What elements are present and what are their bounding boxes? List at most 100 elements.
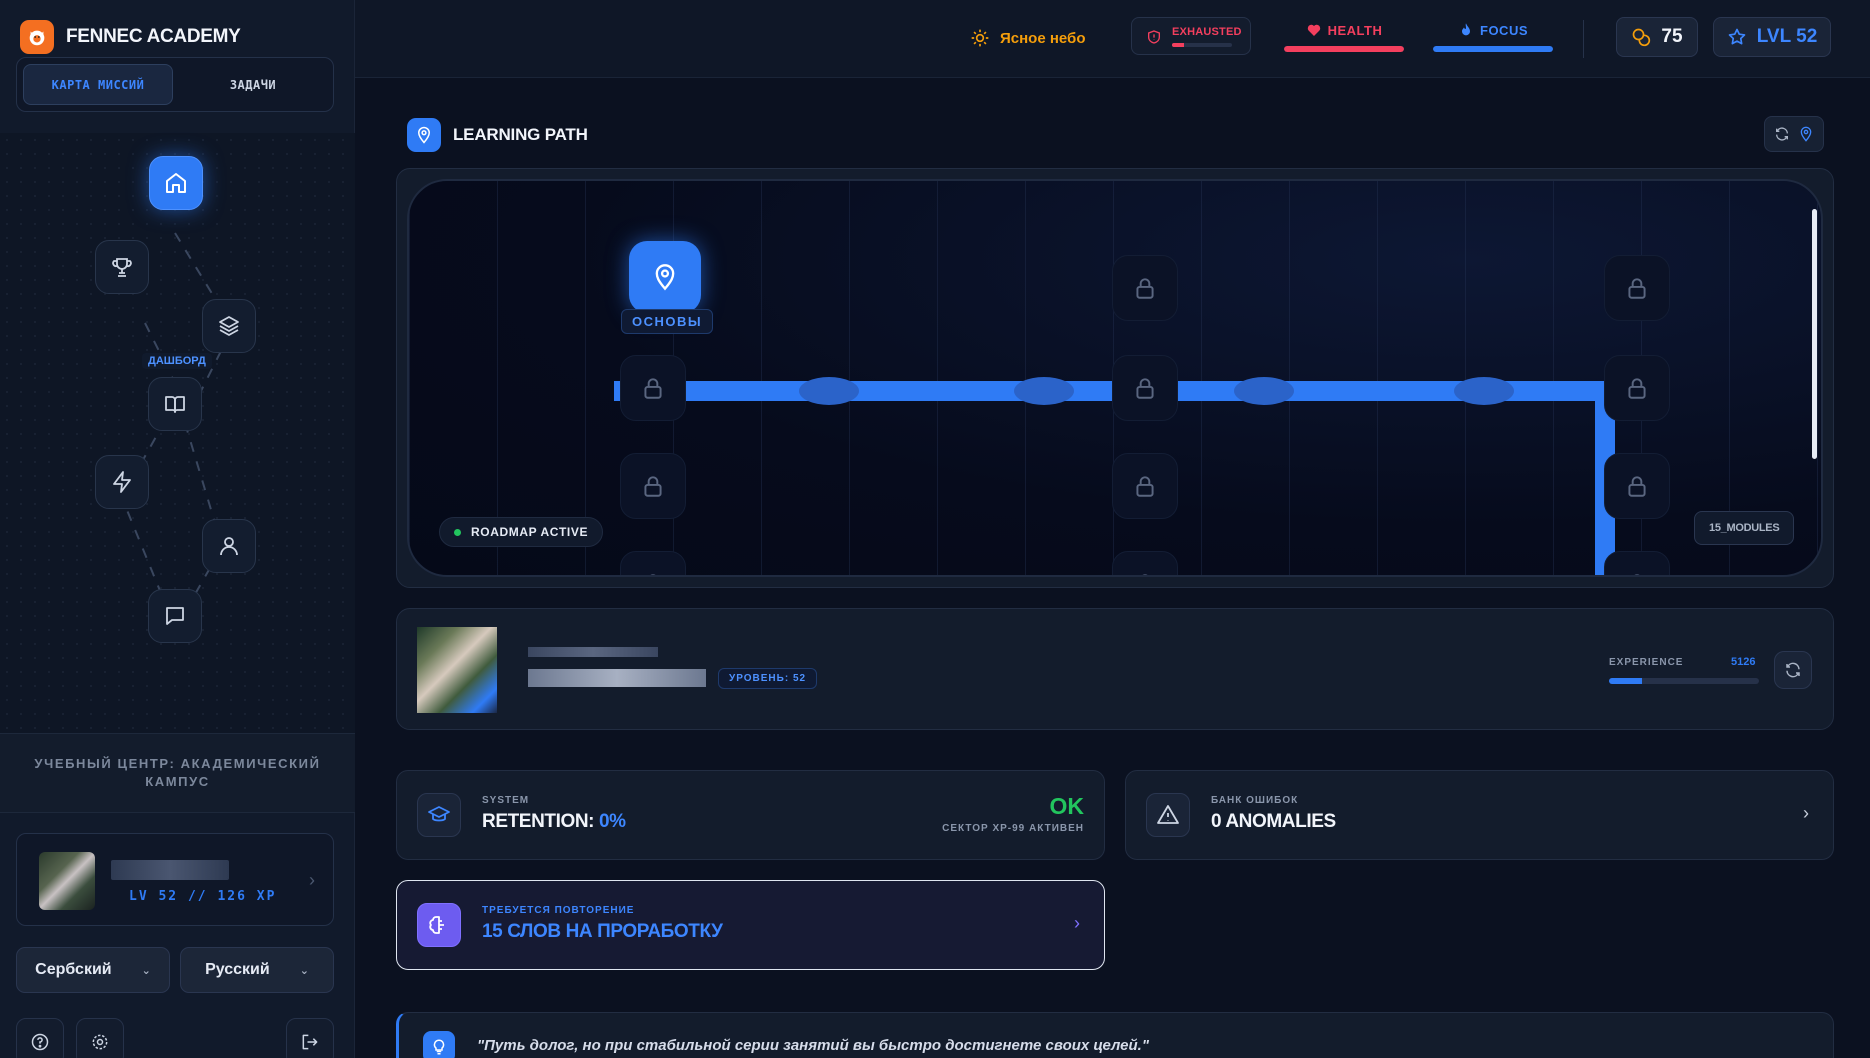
nav-node-map: ДАШБОРД bbox=[0, 133, 355, 733]
locked-module[interactable] bbox=[1604, 255, 1670, 321]
health-stat: HEALTH bbox=[1284, 20, 1404, 54]
brain-icon bbox=[417, 903, 461, 947]
experience-bar bbox=[1609, 678, 1759, 684]
status-bar bbox=[1172, 43, 1232, 47]
logout-icon bbox=[302, 1034, 318, 1050]
retention-status-sub: СЕКТОР XP-99 АКТИВЕН bbox=[942, 823, 1084, 834]
path-toolbar bbox=[1764, 116, 1824, 152]
lock-icon bbox=[1136, 476, 1154, 497]
nav-book[interactable] bbox=[148, 377, 202, 431]
lock-icon bbox=[1628, 476, 1646, 497]
lock-icon bbox=[1628, 278, 1646, 299]
map-pin-icon bbox=[655, 264, 675, 291]
user-handle-redacted bbox=[528, 647, 658, 657]
nav-layers[interactable] bbox=[202, 299, 256, 353]
header-divider bbox=[1583, 20, 1584, 58]
weather-label: Ясное небо bbox=[1000, 29, 1086, 47]
nav-dashboard[interactable] bbox=[149, 156, 203, 210]
user-name-redacted bbox=[111, 860, 229, 880]
warning-icon bbox=[1146, 793, 1190, 837]
avatar bbox=[39, 852, 95, 910]
user-card[interactable]: LV 52 // 126 XP › bbox=[16, 833, 334, 926]
shield-alert-icon bbox=[1148, 30, 1160, 44]
coins-value: 75 bbox=[1661, 26, 1683, 47]
locked-module[interactable] bbox=[620, 453, 686, 519]
tab-mission-map[interactable]: КАРТА МИССИЙ bbox=[23, 64, 173, 105]
health-bar bbox=[1284, 46, 1404, 52]
lightning-icon bbox=[113, 471, 131, 493]
modules-count-badge: 15_MODULES bbox=[1694, 511, 1795, 545]
error-bank-card[interactable]: БАНК ОШИБОК 0 ANOMALIES › bbox=[1125, 770, 1834, 860]
locked-module[interactable] bbox=[1112, 453, 1178, 519]
lock-icon bbox=[650, 574, 656, 575]
nav-chat[interactable] bbox=[148, 589, 202, 643]
nav-lightning[interactable] bbox=[95, 455, 149, 509]
chevron-down-icon: ⌄ bbox=[141, 964, 151, 977]
retention-card[interactable]: SYSTEM RETENTION: 0% OK СЕКТОР XP-99 АКТ… bbox=[396, 770, 1105, 860]
chevron-right-icon: › bbox=[1074, 913, 1080, 933]
review-kicker: ТРЕБУЕТСЯ ПОВТОРЕНИЕ bbox=[482, 905, 635, 916]
layers-icon bbox=[219, 316, 239, 336]
focus-bar bbox=[1433, 46, 1553, 52]
locked-module[interactable] bbox=[1604, 453, 1670, 519]
learning-path-canvas[interactable]: ОСНОВЫ ROADMAP ACTIVE 15_MODULES bbox=[407, 179, 1823, 577]
lock-icon bbox=[1136, 378, 1154, 399]
lock-icon bbox=[1142, 574, 1148, 575]
user-icon bbox=[220, 537, 238, 556]
chat-icon bbox=[166, 607, 184, 625]
coins-chip[interactable]: 75 bbox=[1616, 17, 1698, 57]
brand[interactable]: FENNEC ACADEMY bbox=[20, 20, 241, 54]
weather-status: Ясное небо bbox=[970, 28, 1086, 48]
map-pin-icon[interactable] bbox=[1798, 126, 1814, 142]
chevron-down-icon: ⌄ bbox=[299, 964, 309, 977]
review-card[interactable]: ТРЕБУЕТСЯ ПОВТОРЕНИЕ 15 СЛОВ НА ПРОРАБОТ… bbox=[396, 880, 1105, 970]
map-pin-icon bbox=[407, 118, 441, 152]
locked-module[interactable] bbox=[1112, 255, 1178, 321]
nav-dashboard-label: ДАШБОРД bbox=[142, 353, 212, 369]
target-language-value: Русский bbox=[205, 961, 270, 978]
refresh-icon bbox=[1786, 662, 1800, 678]
refresh-icon[interactable] bbox=[1774, 126, 1790, 142]
module-basics[interactable] bbox=[629, 241, 701, 313]
locked-module[interactable] bbox=[1112, 551, 1178, 575]
lock-icon bbox=[644, 378, 662, 399]
retention-kicker: SYSTEM bbox=[482, 795, 530, 806]
source-language-select[interactable]: Сербский ⌄ bbox=[16, 947, 170, 993]
trophy-icon bbox=[112, 258, 132, 277]
lock-icon bbox=[1634, 574, 1640, 575]
locked-module[interactable] bbox=[1604, 551, 1670, 575]
nav-trophy[interactable] bbox=[95, 240, 149, 294]
health-label: HEALTH bbox=[1327, 22, 1383, 38]
locked-module[interactable] bbox=[1604, 355, 1670, 421]
target-language-select[interactable]: Русский ⌄ bbox=[180, 947, 334, 993]
retention-status: OK bbox=[1049, 793, 1085, 819]
heart-icon bbox=[1307, 24, 1320, 36]
level-chip[interactable]: LVL 52 bbox=[1713, 17, 1831, 57]
status-exhausted[interactable]: EXHAUSTED bbox=[1131, 17, 1251, 55]
learning-path-heading: LEARNING PATH bbox=[407, 118, 588, 152]
roadmap-status-label: ROADMAP ACTIVE bbox=[471, 525, 589, 539]
settings-button[interactable] bbox=[76, 1018, 124, 1058]
retention-value: RETENTION: 0% bbox=[482, 811, 626, 833]
nav-profile[interactable] bbox=[202, 519, 256, 573]
nav-connectors bbox=[119, 232, 231, 604]
status-dot bbox=[454, 528, 461, 536]
learning-path-title: LEARNING PATH bbox=[453, 125, 588, 144]
tab-tasks[interactable]: ЗАДАЧИ bbox=[179, 64, 327, 105]
home-icon bbox=[166, 173, 186, 193]
gear-icon bbox=[92, 1034, 108, 1050]
lock-icon bbox=[1628, 378, 1646, 399]
logout-button[interactable] bbox=[286, 1018, 334, 1058]
motivation-quote: "Путь долог, но при стабильной серии зан… bbox=[396, 1012, 1834, 1058]
path-scrollbar[interactable] bbox=[1812, 209, 1817, 459]
error-bank-kicker: БАНК ОШИБОК bbox=[1211, 795, 1299, 806]
coins-icon bbox=[1633, 28, 1651, 47]
locked-module[interactable] bbox=[620, 355, 686, 421]
locked-module[interactable] bbox=[1112, 355, 1178, 421]
lock-icon bbox=[1136, 278, 1154, 299]
refresh-button[interactable] bbox=[1774, 651, 1812, 689]
experience-value: 5126 bbox=[1731, 656, 1756, 668]
locked-module[interactable] bbox=[620, 551, 686, 575]
retention-prefix: RETENTION: bbox=[482, 811, 599, 832]
help-button[interactable] bbox=[16, 1018, 64, 1058]
